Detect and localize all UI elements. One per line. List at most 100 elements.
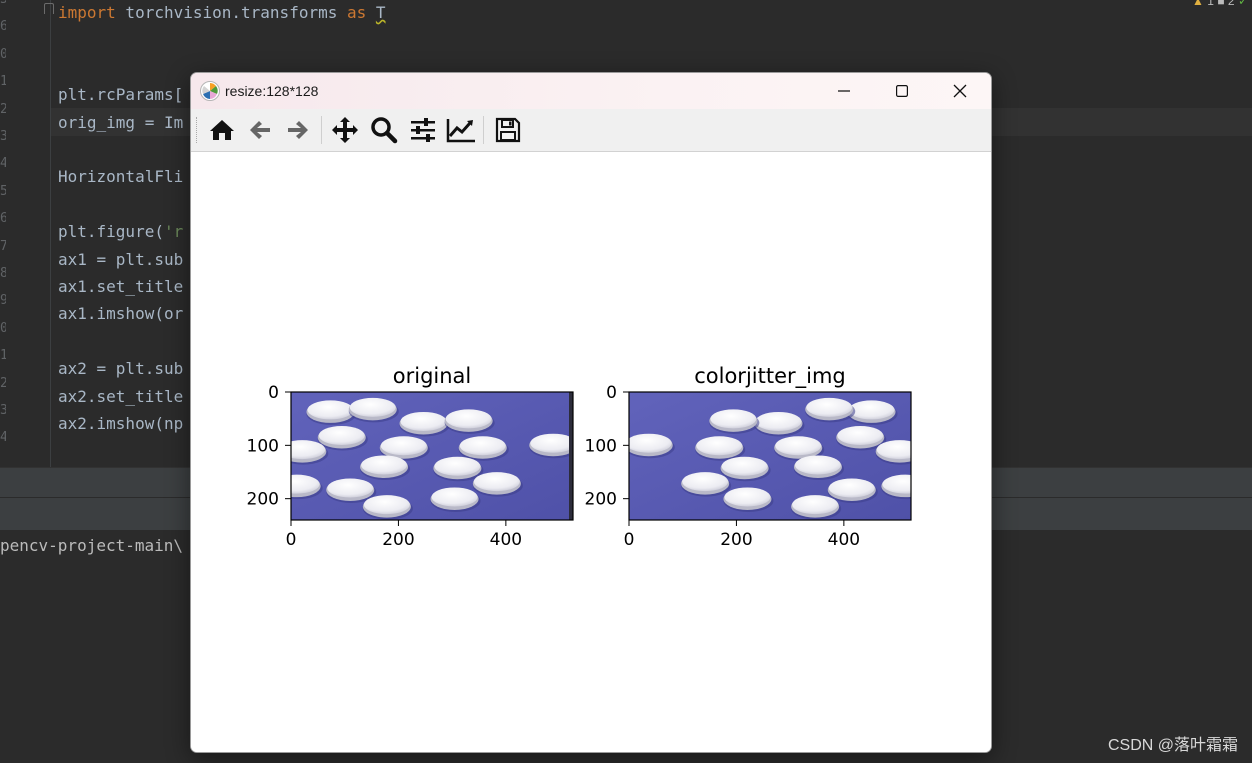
pill	[291, 440, 326, 460]
x-tick-label: 200	[382, 530, 414, 550]
code-token: plt.figure(	[58, 222, 164, 242]
home-button[interactable]	[205, 114, 239, 146]
subplots-config-icon	[411, 118, 435, 142]
code-token: HorizontalFli	[58, 167, 184, 187]
window-title: resize:128*128	[225, 83, 319, 99]
code-token: T	[375, 3, 386, 22]
back-arrow-icon	[250, 121, 270, 139]
pill	[349, 397, 396, 417]
line-number: 2	[0, 101, 6, 117]
forward-arrow-icon	[288, 121, 308, 139]
save-icon	[495, 117, 521, 143]
warning-count: 1	[1207, 0, 1214, 8]
maximize-icon	[896, 85, 908, 97]
pill	[794, 455, 841, 475]
code-line: orig_img = Im	[58, 113, 183, 132]
y-tick-label: 100	[247, 436, 279, 456]
forward-button[interactable]	[281, 114, 315, 146]
pill	[882, 474, 911, 494]
pill	[291, 474, 320, 494]
line-number: 0	[0, 320, 6, 336]
line-number: 6	[0, 211, 6, 227]
toolbar-grip[interactable]	[196, 117, 200, 143]
figure-canvas[interactable]: original 0 200 400 0 100 200 colorjitter_img 0 20…	[191, 152, 991, 752]
minimize-button[interactable]	[815, 73, 873, 109]
code-token: import	[58, 3, 116, 22]
y-tick-label: 100	[585, 436, 617, 456]
matplotlib-window: resize:128*128 original 0 200 400 0 100 …	[190, 72, 992, 753]
pill	[327, 478, 374, 498]
pill	[400, 411, 447, 431]
save-button[interactable]	[491, 114, 525, 146]
pill	[696, 436, 743, 456]
line-number: 2	[0, 375, 6, 391]
code-token: ax1 = plt.sub	[58, 249, 184, 269]
zoom-button[interactable]	[367, 114, 401, 146]
line-number: 4	[0, 430, 6, 446]
code-token: 'r	[163, 222, 184, 242]
pill	[431, 487, 478, 507]
zoom-icon	[371, 117, 398, 144]
code-token: plt.rcParams[	[58, 85, 184, 105]
code-line: import torchvision.transforms as T	[58, 3, 386, 22]
code-token: as	[346, 3, 367, 22]
pill	[380, 436, 427, 456]
pan-icon	[332, 117, 358, 143]
x-tick-label: 200	[720, 530, 752, 550]
y-tick-label: 200	[247, 490, 279, 510]
y-tick-label: 0	[268, 383, 279, 403]
code-line: plt.rcParams[	[58, 85, 183, 104]
edit-axis-button[interactable]	[444, 114, 478, 146]
pill	[876, 440, 911, 460]
code-line: ax2 = plt.sub	[58, 359, 183, 378]
navigation-toolbar	[191, 109, 991, 152]
code-token: orig_img = Im	[58, 112, 184, 132]
terminal-prompt: pencv-project-main\	[0, 536, 184, 555]
maximize-button[interactable]	[873, 73, 931, 109]
pill	[361, 455, 408, 475]
minimize-icon	[838, 90, 850, 92]
code-line: plt.figure('r	[58, 222, 183, 241]
weak-warning-count: 2	[1227, 0, 1235, 8]
axes-image	[629, 392, 911, 520]
matplotlib-logo-icon	[200, 81, 220, 101]
configure-subplots-button[interactable]	[406, 114, 440, 146]
close-button[interactable]	[931, 73, 989, 109]
pill	[775, 436, 822, 456]
fold-marker-icon[interactable]	[44, 3, 54, 14]
pill	[724, 487, 771, 507]
pill	[710, 409, 757, 429]
code-token: ax2.set_title	[58, 386, 184, 406]
typo-icon: ✓	[1237, 0, 1248, 8]
code-token: ax1.set_title	[58, 277, 184, 296]
pan-button[interactable]	[328, 114, 362, 146]
axes-image	[291, 392, 573, 520]
code-token: torchvision.transforms	[115, 3, 347, 22]
toolbar-separator	[483, 116, 484, 144]
window-titlebar[interactable]: resize:128*128	[191, 73, 991, 109]
y-tick-label: 0	[606, 383, 617, 403]
x-tick-label: 400	[828, 530, 860, 550]
figure: original 0 200 400 0 100 200 colorjitter_img 0 20…	[247, 364, 912, 550]
axes-1: original 0 200 400 0 100 200	[247, 364, 574, 550]
pill	[363, 495, 410, 515]
line-number: 5	[0, 183, 6, 199]
line-number: 0	[0, 46, 6, 62]
code-line: ax1 = plt.sub	[58, 250, 183, 269]
line-number-gutter: 5 6 0 1 2 3 4 5 6 7 8 9 0 1 2 3 4	[0, 0, 51, 467]
code-line: ax1.imshow(or	[58, 304, 183, 323]
edit-axis-icon	[446, 119, 475, 143]
pill	[629, 433, 672, 453]
y-tick-label: 200	[585, 490, 617, 510]
axes-title: colorjitter_img	[694, 364, 846, 389]
pill	[682, 472, 729, 492]
code-token: ax1.imshow(or	[58, 304, 184, 324]
watermark: CSDN @落叶霜霜	[1107, 737, 1238, 754]
line-number: 6	[0, 19, 6, 35]
inspection-widget[interactable]: ▲ 1 ■ 2 ✓	[1192, 0, 1248, 8]
line-number: 4	[0, 156, 6, 172]
pill	[806, 397, 853, 417]
pill	[828, 478, 875, 498]
back-button[interactable]	[243, 114, 277, 146]
line-number: 8	[0, 266, 6, 281]
